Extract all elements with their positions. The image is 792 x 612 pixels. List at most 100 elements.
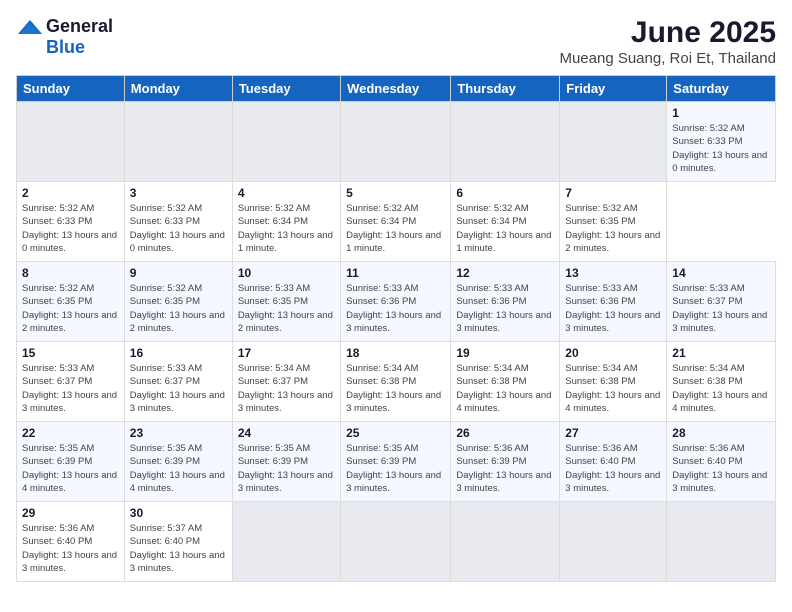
- day-number: 27: [565, 426, 661, 440]
- logo-icon: [16, 18, 44, 36]
- day-info: Sunrise: 5:34 AMSunset: 6:37 PMDaylight:…: [238, 362, 335, 415]
- calendar-week-4: 15 Sunrise: 5:33 AMSunset: 6:37 PMDayligh…: [17, 342, 776, 422]
- day-info: Sunrise: 5:32 AMSunset: 6:35 PMDaylight:…: [130, 282, 227, 335]
- calendar-cell: 19 Sunrise: 5:34 AMSunset: 6:38 PMDayligh…: [451, 342, 560, 422]
- logo-general: General: [46, 16, 113, 37]
- day-number: 17: [238, 346, 335, 360]
- day-info: Sunrise: 5:37 AMSunset: 6:40 PMDaylight:…: [130, 522, 227, 575]
- day-number: 15: [22, 346, 119, 360]
- day-info: Sunrise: 5:33 AMSunset: 6:36 PMDaylight:…: [456, 282, 554, 335]
- calendar-cell: 2 Sunrise: 5:32 AMSunset: 6:33 PMDaylight…: [17, 182, 125, 262]
- page-header: General Blue June 2025 Mueang Suang, Roi…: [16, 16, 776, 67]
- weekday-header-tuesday: Tuesday: [232, 76, 340, 102]
- calendar-cell: 23 Sunrise: 5:35 AMSunset: 6:39 PMDayligh…: [124, 422, 232, 502]
- calendar-cell: [341, 102, 451, 182]
- calendar-cell: 15 Sunrise: 5:33 AMSunset: 6:37 PMDayligh…: [17, 342, 125, 422]
- calendar-cell: 20Sunrise: 5:34 AMSunset: 6:38 PMDayligh…: [560, 342, 667, 422]
- day-number: 13: [565, 266, 661, 280]
- day-number: 18: [346, 346, 445, 360]
- calendar-cell: 24Sunrise: 5:35 AMSunset: 6:39 PMDayligh…: [232, 422, 340, 502]
- calendar-cell: 18 Sunrise: 5:34 AMSunset: 6:38 PMDayligh…: [341, 342, 451, 422]
- day-info: Sunrise: 5:32 AMSunset: 6:34 PMDaylight:…: [346, 202, 445, 255]
- day-number: 5: [346, 186, 445, 200]
- calendar-cell: [667, 502, 776, 582]
- calendar-cell: [560, 502, 667, 582]
- day-number: 23: [130, 426, 227, 440]
- day-number: 25: [346, 426, 445, 440]
- calendar-cell: [560, 102, 667, 182]
- calendar-cell: 25 Sunrise: 5:35 AMSunset: 6:39 PMDayligh…: [341, 422, 451, 502]
- day-number: 24: [238, 426, 335, 440]
- day-number: 29: [22, 506, 119, 520]
- calendar-title: June 2025: [559, 16, 776, 50]
- calendar-cell: [232, 502, 340, 582]
- calendar-cell: 10 Sunrise: 5:33 AMSunset: 6:35 PMDayligh…: [232, 262, 340, 342]
- day-info: Sunrise: 5:35 AMSunset: 6:39 PMDaylight:…: [22, 442, 119, 495]
- day-number: 2: [22, 186, 119, 200]
- calendar-cell: [124, 102, 232, 182]
- calendar-cell: 4 Sunrise: 5:32 AMSunset: 6:34 PMDaylight…: [232, 182, 340, 262]
- calendar-cell: 22 Sunrise: 5:35 AMSunset: 6:39 PMDayligh…: [17, 422, 125, 502]
- weekday-header-friday: Friday: [560, 76, 667, 102]
- weekday-header-wednesday: Wednesday: [341, 76, 451, 102]
- day-number: 9: [130, 266, 227, 280]
- day-info: Sunrise: 5:36 AMSunset: 6:40 PMDaylight:…: [565, 442, 661, 495]
- day-number: 10: [238, 266, 335, 280]
- calendar-cell: 27 Sunrise: 5:36 AMSunset: 6:40 PMDayligh…: [560, 422, 667, 502]
- calendar-cell: [451, 502, 560, 582]
- day-info: Sunrise: 5:35 AMSunset: 6:39 PMDaylight:…: [130, 442, 227, 495]
- calendar-subtitle: Mueang Suang, Roi Et, Thailand: [559, 50, 776, 67]
- day-info: Sunrise: 5:34 AMSunset: 6:38 PMDaylight:…: [565, 362, 661, 415]
- day-number: 19: [456, 346, 554, 360]
- calendar-week-6: 29Sunrise: 5:36 AMSunset: 6:40 PMDayligh…: [17, 502, 776, 582]
- day-info: Sunrise: 5:32 AMSunset: 6:33 PMDaylight:…: [130, 202, 227, 255]
- day-info: Sunrise: 5:33 AMSunset: 6:36 PMDaylight:…: [346, 282, 445, 335]
- logo: General Blue: [16, 16, 113, 58]
- calendar-cell: 17 Sunrise: 5:34 AMSunset: 6:37 PMDayligh…: [232, 342, 340, 422]
- calendar-cell: [17, 102, 125, 182]
- weekday-header-thursday: Thursday: [451, 76, 560, 102]
- logo-blue: Blue: [46, 37, 85, 58]
- calendar-cell: 14Sunrise: 5:33 AMSunset: 6:37 PMDayligh…: [667, 262, 776, 342]
- weekday-header-monday: Monday: [124, 76, 232, 102]
- calendar-cell: [341, 502, 451, 582]
- day-info: Sunrise: 5:33 AMSunset: 6:35 PMDaylight:…: [238, 282, 335, 335]
- calendar-cell: 16Sunrise: 5:33 AMSunset: 6:37 PMDayligh…: [124, 342, 232, 422]
- calendar-cell: 12Sunrise: 5:33 AMSunset: 6:36 PMDayligh…: [451, 262, 560, 342]
- calendar-cell: 30Sunrise: 5:37 AMSunset: 6:40 PMDayligh…: [124, 502, 232, 582]
- title-area: June 2025 Mueang Suang, Roi Et, Thailand: [559, 16, 776, 67]
- calendar-cell: 5 Sunrise: 5:32 AMSunset: 6:34 PMDaylight…: [341, 182, 451, 262]
- day-number: 3: [130, 186, 227, 200]
- day-info: Sunrise: 5:32 AMSunset: 6:35 PMDaylight:…: [565, 202, 661, 255]
- calendar-week-1: 1Sunrise: 5:32 AMSunset: 6:33 PMDaylight…: [17, 102, 776, 182]
- day-info: Sunrise: 5:32 AMSunset: 6:33 PMDaylight:…: [22, 202, 119, 255]
- day-number: 6: [456, 186, 554, 200]
- day-number: 8: [22, 266, 119, 280]
- day-info: Sunrise: 5:32 AMSunset: 6:34 PMDaylight:…: [456, 202, 554, 255]
- day-info: Sunrise: 5:34 AMSunset: 6:38 PMDaylight:…: [346, 362, 445, 415]
- calendar-cell: 29Sunrise: 5:36 AMSunset: 6:40 PMDayligh…: [17, 502, 125, 582]
- calendar-cell: 28Sunrise: 5:36 AMSunset: 6:40 PMDayligh…: [667, 422, 776, 502]
- weekday-header-saturday: Saturday: [667, 76, 776, 102]
- day-info: Sunrise: 5:34 AMSunset: 6:38 PMDaylight:…: [456, 362, 554, 415]
- day-info: Sunrise: 5:32 AMSunset: 6:34 PMDaylight:…: [238, 202, 335, 255]
- calendar-cell: 26Sunrise: 5:36 AMSunset: 6:39 PMDayligh…: [451, 422, 560, 502]
- day-number: 22: [22, 426, 119, 440]
- calendar-week-3: 8 Sunrise: 5:32 AMSunset: 6:35 PMDaylight…: [17, 262, 776, 342]
- day-info: Sunrise: 5:33 AMSunset: 6:37 PMDaylight:…: [22, 362, 119, 415]
- day-number: 14: [672, 266, 770, 280]
- calendar-body: 1Sunrise: 5:32 AMSunset: 6:33 PMDaylight…: [17, 102, 776, 582]
- calendar-cell: 3 Sunrise: 5:32 AMSunset: 6:33 PMDaylight…: [124, 182, 232, 262]
- calendar-cell: 21Sunrise: 5:34 AMSunset: 6:38 PMDayligh…: [667, 342, 776, 422]
- day-info: Sunrise: 5:35 AMSunset: 6:39 PMDaylight:…: [346, 442, 445, 495]
- day-info: Sunrise: 5:32 AMSunset: 6:33 PMDaylight:…: [672, 122, 770, 175]
- calendar-cell: 1Sunrise: 5:32 AMSunset: 6:33 PMDaylight…: [667, 102, 776, 182]
- day-number: 4: [238, 186, 335, 200]
- day-info: Sunrise: 5:33 AMSunset: 6:37 PMDaylight:…: [130, 362, 227, 415]
- calendar-cell: 7Sunrise: 5:32 AMSunset: 6:35 PMDaylight…: [560, 182, 667, 262]
- day-number: 26: [456, 426, 554, 440]
- day-info: Sunrise: 5:32 AMSunset: 6:35 PMDaylight:…: [22, 282, 119, 335]
- calendar-table: SundayMondayTuesdayWednesdayThursdayFrid…: [16, 75, 776, 582]
- calendar-week-5: 22 Sunrise: 5:35 AMSunset: 6:39 PMDayligh…: [17, 422, 776, 502]
- day-number: 11: [346, 266, 445, 280]
